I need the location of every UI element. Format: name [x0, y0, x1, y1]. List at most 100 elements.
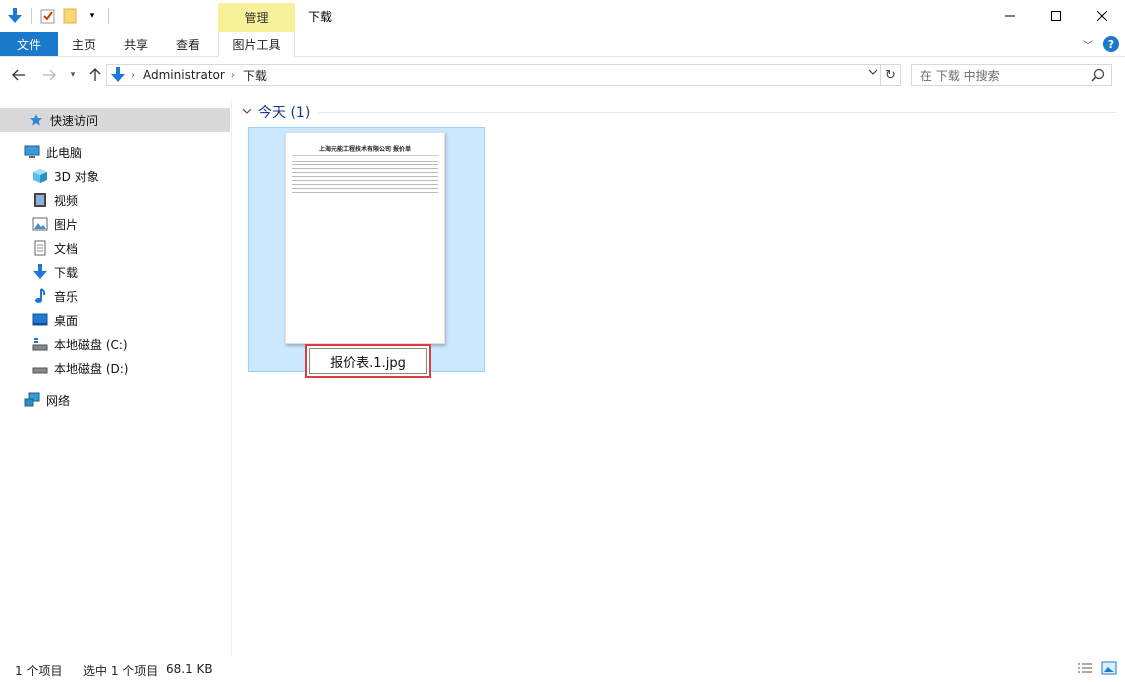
- recent-locations-button[interactable]: ▾: [64, 66, 82, 84]
- window-controls: [987, 0, 1125, 32]
- file-list-view[interactable]: 今天 (1) 上海元能工程技术有限公司 报价单 报价表.1.jpg: [234, 92, 1125, 656]
- selected-count: 选中 1 个项目: [83, 664, 159, 678]
- download-icon: [32, 264, 48, 280]
- computer-icon: [24, 144, 40, 160]
- refresh-icon: ↻: [885, 67, 896, 83]
- close-icon: [1097, 11, 1107, 21]
- rename-input[interactable]: 报价表.1.jpg: [309, 348, 427, 374]
- document-icon: [32, 240, 48, 256]
- properties-check-icon[interactable]: [39, 7, 57, 25]
- quick-access-toolbar: ▾: [6, 5, 112, 27]
- sidebar-item-documents[interactable]: 文档: [32, 236, 78, 260]
- address-dropdown-icon[interactable]: [868, 67, 878, 80]
- qat-divider: [108, 8, 109, 24]
- sidebar-item-label: 桌面: [54, 313, 79, 328]
- music-icon: [32, 288, 48, 304]
- video-icon: [32, 192, 48, 208]
- sidebar-item-label: 图片: [54, 217, 79, 232]
- item-count: 1 个项目: [15, 664, 63, 678]
- large-icons-view-icon[interactable]: [1101, 661, 1117, 678]
- desktop-icon: [32, 312, 48, 328]
- chevron-down-icon: [242, 107, 252, 118]
- up-arrow-icon: [89, 68, 101, 81]
- sidebar-item-label: 视频: [54, 193, 79, 208]
- image-thumbnail: 上海元能工程技术有限公司 报价单: [285, 132, 445, 344]
- cube-icon: [32, 168, 48, 184]
- search-icon[interactable]: [1091, 68, 1105, 85]
- sidebar-item-desktop[interactable]: 桌面: [32, 308, 78, 332]
- ribbon-tabs: 文件 主页 共享 查看 图片工具 ﹀ ?: [0, 32, 1125, 57]
- sidebar-item-drive-d[interactable]: 本地磁盘 (D:): [32, 356, 128, 380]
- sidebar-item-videos[interactable]: 视频: [32, 188, 78, 212]
- group-header-label: 今天 (1): [258, 105, 311, 121]
- drive-icon: [32, 360, 48, 376]
- picture-icon: [32, 216, 48, 232]
- sidebar-item-label: 本地磁盘 (D:): [54, 361, 129, 376]
- back-arrow-icon: [12, 69, 25, 81]
- sidebar-item-pictures[interactable]: 图片: [32, 212, 78, 236]
- title-bar: ▾ 管理 下载: [0, 0, 1125, 32]
- tab-view[interactable]: 查看: [166, 32, 210, 56]
- forward-arrow-icon: [43, 69, 56, 81]
- maximize-icon: [1051, 11, 1061, 21]
- status-bar: 1 个项目 选中 1 个项目 68.1 KB: [0, 656, 1125, 682]
- chevron-down-icon: ▾: [70, 70, 76, 80]
- qat-divider: [31, 8, 32, 24]
- tab-home[interactable]: 主页: [62, 32, 106, 56]
- expand-ribbon-icon[interactable]: ﹀: [1083, 37, 1093, 52]
- breadcrumb-chevron-icon[interactable]: ›: [131, 70, 135, 81]
- sidebar-item-drive-c[interactable]: 本地磁盘 (C:): [32, 332, 128, 356]
- new-folder-icon[interactable]: [61, 7, 79, 25]
- window-title: 下载: [308, 10, 333, 24]
- sidebar-item-music[interactable]: 音乐: [32, 284, 78, 308]
- breadcrumb-downloads[interactable]: 下载: [243, 67, 267, 84]
- help-icon[interactable]: ?: [1103, 36, 1119, 52]
- minimize-button[interactable]: [987, 0, 1033, 32]
- sidebar-item-label: 音乐: [54, 289, 79, 304]
- breadcrumb-administrator[interactable]: Administrator: [143, 68, 225, 82]
- minimize-icon: [1005, 15, 1015, 17]
- thumbnail-table: [292, 161, 438, 197]
- thumbnail-rule: [292, 155, 438, 159]
- qat-dropdown-icon[interactable]: ▾: [83, 7, 101, 25]
- manage-contextual-tab[interactable]: 管理: [218, 3, 295, 32]
- thumbnail-heading: 上海元能工程技术有限公司 报价单: [318, 146, 412, 153]
- navigation-pane: 快速访问 此电脑 3D 对象 视频 图片 文档 下载 音乐 桌面 本地磁盘 (C…: [0, 100, 232, 656]
- sidebar-item-label: 本地磁盘 (C:): [54, 337, 128, 352]
- tab-picture-tools[interactable]: 图片工具: [218, 32, 295, 57]
- ribbon-right-controls: ﹀ ?: [1083, 36, 1119, 52]
- close-button[interactable]: [1079, 0, 1125, 32]
- sidebar-item-label: 下载: [54, 265, 79, 280]
- forward-button[interactable]: [40, 66, 58, 84]
- up-button[interactable]: [86, 66, 104, 84]
- group-header-today[interactable]: 今天 (1): [242, 102, 310, 122]
- address-bar[interactable]: › Administrator › 下载: [106, 64, 881, 86]
- view-switcher: [1077, 661, 1117, 678]
- sidebar-item-network[interactable]: 网络: [24, 388, 70, 412]
- breadcrumb-chevron-icon[interactable]: ›: [231, 70, 235, 81]
- sidebar-item-downloads[interactable]: 下载: [32, 260, 78, 284]
- rename-highlight-box: 报价表.1.jpg: [305, 344, 431, 378]
- selected-size: 68.1 KB: [166, 662, 213, 676]
- search-input[interactable]: 在 下载 中搜索: [911, 64, 1112, 86]
- tab-file[interactable]: 文件: [0, 32, 58, 56]
- group-divider: [318, 112, 1116, 113]
- sidebar-item-label: 此电脑: [46, 145, 83, 160]
- back-button[interactable]: [10, 66, 28, 84]
- sidebar-item-this-pc[interactable]: 此电脑: [24, 140, 82, 164]
- sidebar-item-quick-access[interactable]: 快速访问: [0, 108, 230, 132]
- download-arrow-icon[interactable]: [6, 7, 24, 25]
- details-view-icon[interactable]: [1077, 661, 1093, 678]
- sidebar-item-label: 网络: [46, 393, 71, 408]
- tab-share[interactable]: 共享: [114, 32, 158, 56]
- star-icon: [28, 112, 44, 128]
- sidebar-item-3d-objects[interactable]: 3D 对象: [32, 164, 99, 188]
- file-tile-selected[interactable]: 上海元能工程技术有限公司 报价单 报价表.1.jpg: [248, 127, 485, 378]
- address-row: ▾ › Administrator › 下载 ↻ 在 下载 中搜索: [0, 58, 1125, 92]
- maximize-button[interactable]: [1033, 0, 1079, 32]
- sidebar-item-label: 快速访问: [50, 113, 99, 128]
- download-folder-icon: [111, 67, 125, 83]
- sidebar-item-label: 3D 对象: [54, 169, 99, 184]
- refresh-button[interactable]: ↻: [881, 64, 901, 86]
- sidebar-item-label: 文档: [54, 241, 79, 256]
